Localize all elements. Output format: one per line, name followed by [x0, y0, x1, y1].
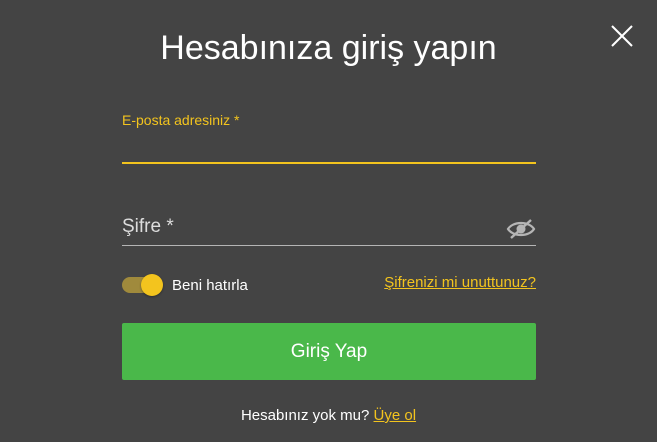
password-field-wrapper [122, 210, 536, 246]
email-field[interactable] [122, 132, 536, 164]
login-button[interactable]: Giriş Yap [122, 323, 536, 380]
forgot-password-link[interactable]: Şifrenizi mi unuttunuz? [384, 274, 536, 291]
remember-me: Beni hatırla [122, 272, 248, 298]
remember-me-label: Beni hatırla [172, 276, 248, 294]
toggle-knob [141, 274, 163, 296]
modal-title: Hesabınıza giriş yapın [160, 29, 497, 67]
email-label: E-posta adresiniz * [122, 112, 240, 128]
login-modal: Hesabınıza giriş yapın E-posta adresiniz… [0, 0, 657, 442]
remember-me-toggle[interactable] [122, 273, 164, 297]
password-field[interactable] [122, 210, 492, 244]
eye-slash-icon[interactable] [506, 218, 536, 240]
signup-link[interactable]: Üye ol [374, 407, 417, 424]
signup-prompt: Hesabınız yok mu? [240, 407, 370, 424]
signup-row: Hesabınız yok mu? Üye ol [0, 407, 657, 424]
